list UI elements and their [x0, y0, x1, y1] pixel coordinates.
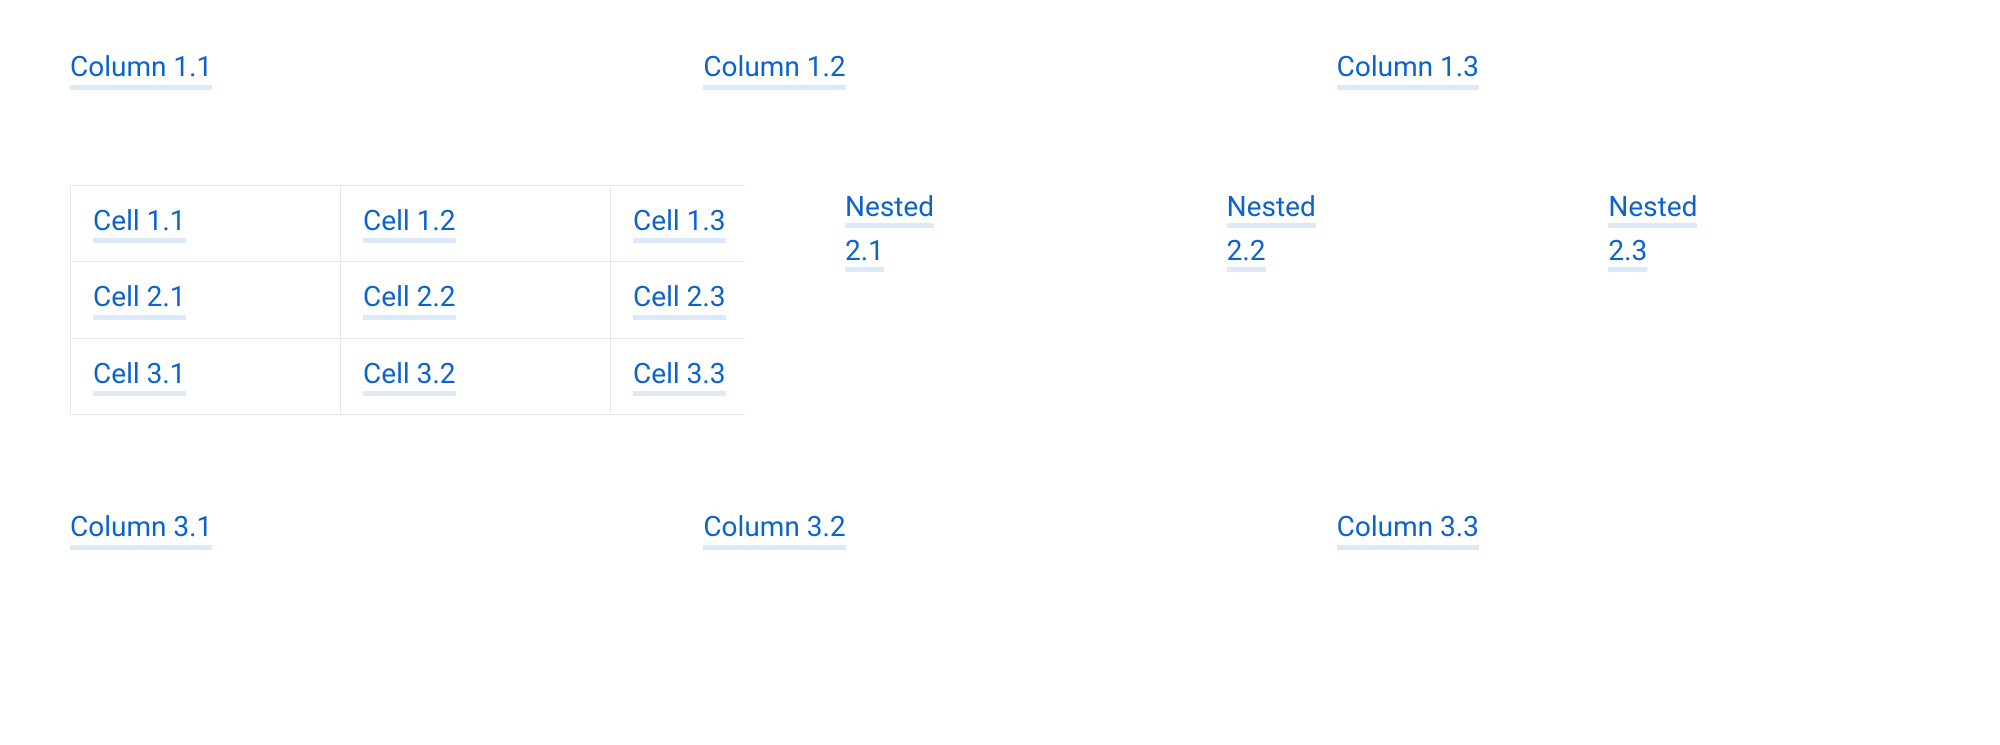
cell-link-2-1[interactable]: Cell 2.1 [93, 280, 186, 320]
outer-col-3-2: Column 3.2 [703, 510, 1296, 550]
nested-link-2-3[interactable]: Nested 2.3 [1608, 190, 1697, 273]
cell-link-1-1[interactable]: Cell 1.1 [93, 204, 186, 244]
nested-link-wrap: Nested 2.1 [845, 185, 965, 275]
cell-link-3-2[interactable]: Cell 3.2 [363, 357, 456, 397]
table-cell: Cell 2.2 [341, 262, 611, 339]
outer-row-1: Column 1.1 Column 1.2 Column 1.3 [70, 50, 1930, 90]
table-cell: Cell 3.2 [341, 338, 611, 415]
nested-col-2-3: Nested 2.3 [1608, 185, 1930, 275]
column-link-1-2[interactable]: Column 1.2 [703, 50, 845, 90]
table-row: Cell 1.1 Cell 1.2 Cell 1.3 [71, 185, 746, 262]
outer-col-1-2: Column 1.2 [703, 50, 1296, 90]
table-cell: Cell 3.3 [611, 338, 746, 415]
outer-row-2: Cell 1.1 Cell 1.2 Cell 1.3 Cell 2.1 Cell… [70, 185, 1930, 416]
table-cell: Cell 1.2 [341, 185, 611, 262]
nested-link-2-1[interactable]: Nested 2.1 [845, 190, 934, 273]
nested-col-2-2: Nested 2.2 [1227, 185, 1549, 275]
table-cell: Cell 2.1 [71, 262, 341, 339]
column-link-3-2[interactable]: Column 3.2 [703, 510, 845, 550]
column-link-1-1[interactable]: Column 1.1 [70, 50, 212, 90]
cell-link-1-3[interactable]: Cell 1.3 [633, 204, 726, 244]
column-link-1-3[interactable]: Column 1.3 [1337, 50, 1479, 90]
outer-col-1-3: Column 1.3 [1337, 50, 1930, 90]
column-link-3-1[interactable]: Column 3.1 [70, 510, 212, 550]
cell-link-2-3[interactable]: Cell 2.3 [633, 280, 726, 320]
outer-row-3: Column 3.1 Column 3.2 Column 3.3 [70, 510, 1930, 550]
table-row: Cell 3.1 Cell 3.2 Cell 3.3 [71, 338, 746, 415]
outer-col-3-3: Column 3.3 [1337, 510, 1930, 550]
nested-table: Cell 1.1 Cell 1.2 Cell 1.3 Cell 2.1 Cell… [70, 185, 745, 416]
cell-link-3-3[interactable]: Cell 3.3 [633, 357, 726, 397]
table-cell: Cell 2.3 [611, 262, 746, 339]
cell-link-1-2[interactable]: Cell 1.2 [363, 204, 456, 244]
nested-link-wrap: Nested 2.2 [1227, 185, 1347, 275]
nested-link-wrap: Nested 2.3 [1608, 185, 1728, 275]
outer-col-1-1: Column 1.1 [70, 50, 663, 90]
nested-table-wrapper: Cell 1.1 Cell 1.2 Cell 1.3 Cell 2.1 Cell… [70, 185, 745, 416]
cell-link-2-2[interactable]: Cell 2.2 [363, 280, 456, 320]
outer-col-3-1: Column 3.1 [70, 510, 663, 550]
table-row: Cell 2.1 Cell 2.2 Cell 2.3 [71, 262, 746, 339]
cell-link-3-1[interactable]: Cell 3.1 [93, 357, 186, 397]
column-link-3-3[interactable]: Column 3.3 [1337, 510, 1479, 550]
nested-columns-group: Nested 2.1 Nested 2.2 Nested 2.3 [745, 185, 1930, 275]
table-cell: Cell 1.1 [71, 185, 341, 262]
table-cell: Cell 1.3 [611, 185, 746, 262]
nested-link-2-2[interactable]: Nested 2.2 [1227, 190, 1316, 273]
nested-col-2-1: Nested 2.1 [845, 185, 1167, 275]
table-cell: Cell 3.1 [71, 338, 341, 415]
